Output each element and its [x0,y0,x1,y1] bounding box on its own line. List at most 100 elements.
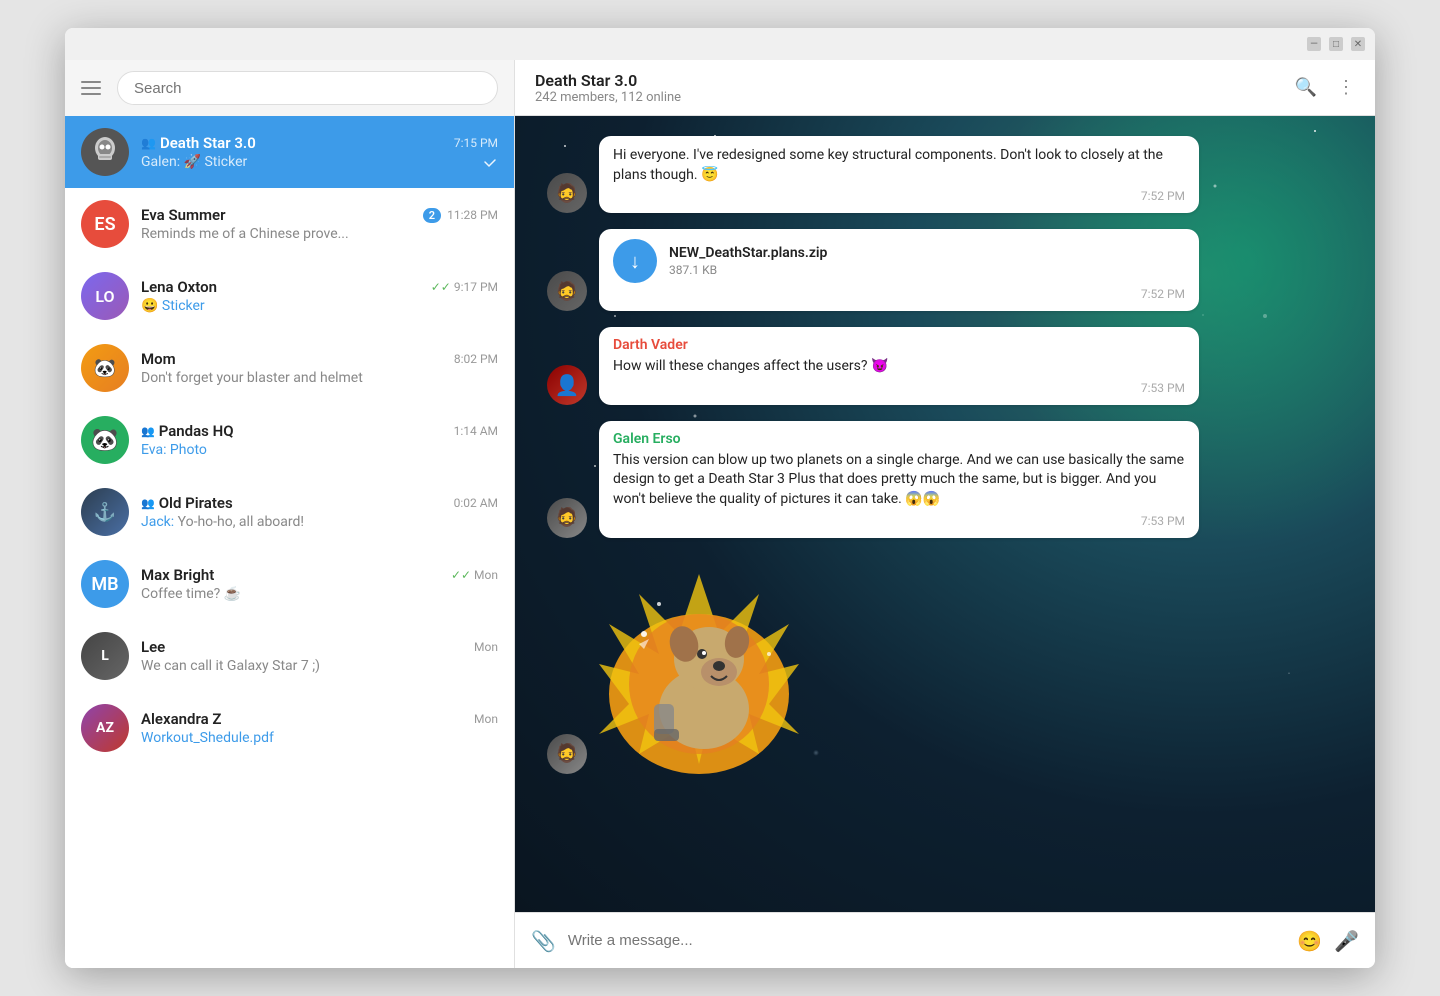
file-size: 387.1 KB [669,263,1185,277]
message-time: 7:53 PM [613,514,1185,528]
more-options-icon[interactable]: ⋮ [1337,77,1355,98]
chat-name: Mom [141,350,176,368]
search-input[interactable] [117,71,498,105]
mic-icon[interactable]: 🎤 [1334,929,1359,953]
chat-time: Mon [474,712,498,726]
chat-preview: Workout_Shedule.pdf [141,730,498,746]
chat-panel: Death Star 3.0 242 members, 112 online 🔍… [515,60,1375,968]
chat-time: 8:02 PM [454,352,498,366]
chat-body: Mom 8:02 PM Don't forget your blaster an… [141,350,498,386]
sender-avatar: 👤 [547,365,587,405]
chat-item-pandas-hq[interactable]: 🐼 👥 Pandas HQ 1:14 AM Eva: Photo [65,404,514,476]
chat-item-death-star[interactable]: 👥 Death Star 3.0 7:15 PM Galen: 🚀 Sticke… [65,116,514,188]
avatar [81,128,129,176]
chat-time: ✓✓ 9:17 PM [431,280,498,294]
chat-name: 👥 Old Pirates [141,494,233,512]
close-button[interactable]: ✕ [1351,37,1365,51]
header-actions: 🔍 ⋮ [1295,77,1355,98]
chat-body: Alexandra Z Mon Workout_Shedule.pdf [141,710,498,746]
chat-item-alexandra-z[interactable]: AZ Alexandra Z Mon Workout_Shedule.pdf [65,692,514,764]
chat-list: 👥 Death Star 3.0 7:15 PM Galen: 🚀 Sticke… [65,116,514,968]
chat-header-info: Death Star 3.0 242 members, 112 online [535,71,1295,105]
download-icon[interactable]: ↓ [613,239,657,283]
chat-preview: Coffee time? ☕ [141,586,498,602]
sender-name: Darth Vader [613,337,1185,353]
sticker [599,554,799,774]
chat-item-lee[interactable]: L Lee Mon We can call it Galaxy Star 7 ;… [65,620,514,692]
menu-button[interactable] [81,81,101,95]
chat-name: Alexandra Z [141,710,221,728]
chat-time: ✓✓ Mon [451,568,498,582]
message-time: 7:52 PM [613,287,1185,301]
message-4: 🧔 Galen Erso This version can blow up tw… [539,421,1351,538]
chat-name: Lena Oxton [141,278,217,296]
chat-item-lena-oxton[interactable]: LO Lena Oxton ✓✓ 9:17 PM 😀 Sticker [65,260,514,332]
attach-icon[interactable]: 📎 [531,929,556,953]
message-time: 7:53 PM [613,381,1185,395]
message-bubble: Darth Vader How will these changes affec… [599,327,1199,405]
chat-time: 11:28 PM [447,208,498,222]
chat-preview: Galen: 🚀 Sticker [141,154,498,170]
chat-preview: We can call it Galaxy Star 7 ;) [141,658,498,674]
message-text: Hi everyone. I've redesigned some key st… [613,146,1185,185]
message-bubble: Galen Erso This version can blow up two … [599,421,1199,538]
chat-preview: Don't forget your blaster and helmet [141,370,498,386]
chat-item-max-bright[interactable]: MB Max Bright ✓✓ Mon Coffee time? ☕ [65,548,514,620]
chat-time: 1:14 AM [454,424,498,438]
chat-body: Lee Mon We can call it Galaxy Star 7 ;) [141,638,498,674]
message-3: 👤 Darth Vader How will these changes aff… [539,327,1351,405]
avatar: ES [81,200,129,248]
chat-body: 👥 Old Pirates 0:02 AM Jack: Yo-ho-ho, al… [141,494,498,530]
chat-body: Max Bright ✓✓ Mon Coffee time? ☕ [141,566,498,602]
search-icon[interactable]: 🔍 [1295,77,1317,98]
file-name: NEW_DeathStar.plans.zip [669,245,1185,261]
avatar: 🐼 [81,416,129,464]
chat-item-eva-summer[interactable]: ES Eva Summer 2 11:28 PM Reminds me of a… [65,188,514,260]
chat-subtitle: 242 members, 112 online [535,90,1295,105]
maximize-button[interactable]: □ [1329,37,1343,51]
unread-badge: 2 [423,208,441,223]
sender-avatar: 🧔 [547,173,587,213]
messages-content: 🧔 Hi everyone. I've redesigned some key … [539,136,1351,782]
chat-name: Max Bright [141,566,214,584]
titlebar: — □ ✕ [65,28,1375,60]
minimize-button[interactable]: — [1307,37,1321,51]
chat-name: 👥 Death Star 3.0 [141,134,256,152]
message-input-area: 📎 😊 🎤 [515,912,1375,968]
avatar: MB [81,560,129,608]
message-1: 🧔 Hi everyone. I've redesigned some key … [539,136,1351,213]
sender-avatar: 🧔 [547,271,587,311]
messages-area: 🧔 Hi everyone. I've redesigned some key … [515,116,1375,912]
avatar: 🐼 [81,344,129,392]
chat-name: Eva Summer [141,206,226,224]
avatar: ⚓ [81,488,129,536]
chat-preview: Reminds me of a Chinese prove... [141,226,498,242]
chat-preview: 😀 Sticker [141,298,498,314]
chat-body: Eva Summer 2 11:28 PM Reminds me of a Ch… [141,206,498,242]
chat-time: 0:02 AM [454,496,498,510]
avatar: L [81,632,129,680]
sidebar: 👥 Death Star 3.0 7:15 PM Galen: 🚀 Sticke… [65,60,515,968]
chat-item-mom[interactable]: 🐼 Mom 8:02 PM Don't forget your blaster … [65,332,514,404]
chat-body: Lena Oxton ✓✓ 9:17 PM 😀 Sticker [141,278,498,314]
chat-time: 7:15 PM [454,136,498,150]
sender-avatar: 🧔 [547,498,587,538]
message-text: How will these changes affect the users?… [613,357,1185,377]
chat-body: 👥 Pandas HQ 1:14 AM Eva: Photo [141,422,498,458]
chat-time: Mon [474,640,498,654]
chat-body: 👥 Death Star 3.0 7:15 PM Galen: 🚀 Sticke… [141,134,498,170]
chat-header-bar: Death Star 3.0 242 members, 112 online 🔍… [515,60,1375,116]
chat-name: 👥 Pandas HQ [141,422,234,440]
sidebar-header [65,60,514,116]
main-content: 👥 Death Star 3.0 7:15 PM Galen: 🚀 Sticke… [65,60,1375,968]
message-time: 7:52 PM [613,189,1185,203]
chat-item-old-pirates[interactable]: ⚓ 👥 Old Pirates 0:02 AM Jack: Yo-ho-ho, … [65,476,514,548]
sticker-message: 🧔 [539,554,1351,774]
message-2: 🧔 ↓ NEW_DeathStar.plans.zip 387.1 KB 7:5… [539,229,1351,311]
message-bubble: Hi everyone. I've redesigned some key st… [599,136,1199,213]
message-input[interactable] [568,932,1285,949]
app-window: — □ ✕ [65,28,1375,968]
emoji-icon[interactable]: 😊 [1297,929,1322,953]
file-message-bubble: ↓ NEW_DeathStar.plans.zip 387.1 KB 7:52 … [599,229,1199,311]
file-info: NEW_DeathStar.plans.zip 387.1 KB [669,245,1185,277]
